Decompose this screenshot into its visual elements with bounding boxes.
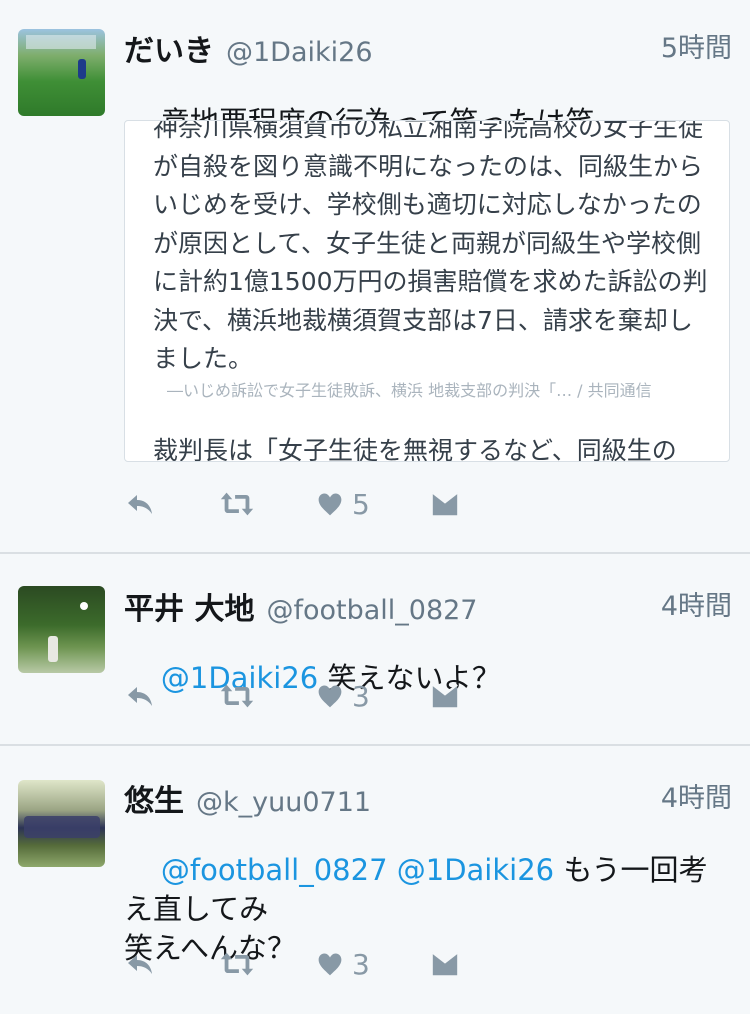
- reply-icon: [124, 680, 156, 712]
- reply-button[interactable]: [124, 680, 156, 712]
- like-button[interactable]: 5: [316, 488, 370, 521]
- avatar[interactable]: [18, 780, 105, 867]
- reply-icon: [124, 488, 156, 520]
- retweet-icon: [218, 680, 256, 712]
- like-icon: [316, 950, 344, 978]
- retweet-button[interactable]: [218, 488, 256, 520]
- message-icon: [430, 681, 460, 711]
- tweet-text: @1Daiki26 笑えないよ？: [124, 620, 722, 737]
- mention-link[interactable]: @football_0827 @1Daiki26: [161, 853, 554, 887]
- retweet-icon: [218, 948, 256, 980]
- like-icon: [316, 490, 344, 518]
- message-icon: [430, 949, 460, 979]
- retweet-icon: [218, 488, 256, 520]
- quote-body: 神奈川県横須賀市の私立湘南学院高校の女子生徒が自殺を図り意識不明になったのは、同…: [153, 120, 708, 373]
- retweet-button[interactable]: [218, 948, 256, 980]
- retweet-button[interactable]: [218, 680, 256, 712]
- avatar[interactable]: [18, 586, 105, 673]
- tweet[interactable]: 悠生 @k_yuu0711 4時間 @football_0827 @1Daiki…: [0, 746, 750, 1014]
- message-icon: [430, 489, 460, 519]
- tweet-text: @football_0827 @1Daiki26 もう一回考え直してみ 笑えへん…: [124, 812, 722, 1007]
- reply-icon: [124, 948, 156, 980]
- reply-button[interactable]: [124, 488, 156, 520]
- like-count: 3: [352, 947, 370, 981]
- timestamp[interactable]: 4時間: [661, 584, 732, 623]
- direct-message-button[interactable]: [430, 681, 460, 711]
- quoted-article-card[interactable]: 神奈川県横須賀市の私立湘南学院高校の女子生徒が自殺を図り意識不明になったのは、同…: [124, 120, 730, 462]
- direct-message-button[interactable]: [430, 489, 460, 519]
- direct-message-button[interactable]: [430, 949, 460, 979]
- like-icon: [316, 682, 344, 710]
- tweet[interactable]: だいき @1Daiki26 5時間 意地悪程度の行為って笑ったは笑 神奈川県横須…: [0, 0, 750, 552]
- quote-citation: ―いじめ訴訟で女子生徒敗訴、横浜 地裁支部の判決「… / 共同通信: [167, 381, 652, 400]
- timestamp[interactable]: 5時間: [661, 26, 732, 65]
- like-button[interactable]: 3: [316, 680, 370, 713]
- quote-continued-text: 裁判長は「女子生徒を無視するなど、同級生の: [153, 436, 677, 462]
- tweet[interactable]: 平井 大地 @football_0827 4時間 @1Daiki26 笑えないよ…: [0, 554, 750, 744]
- like-count: 3: [352, 679, 370, 713]
- avatar[interactable]: [18, 29, 105, 116]
- reply-button[interactable]: [124, 948, 156, 980]
- like-count: 5: [352, 487, 370, 521]
- like-button[interactable]: 3: [316, 948, 370, 981]
- timestamp[interactable]: 4時間: [661, 776, 732, 815]
